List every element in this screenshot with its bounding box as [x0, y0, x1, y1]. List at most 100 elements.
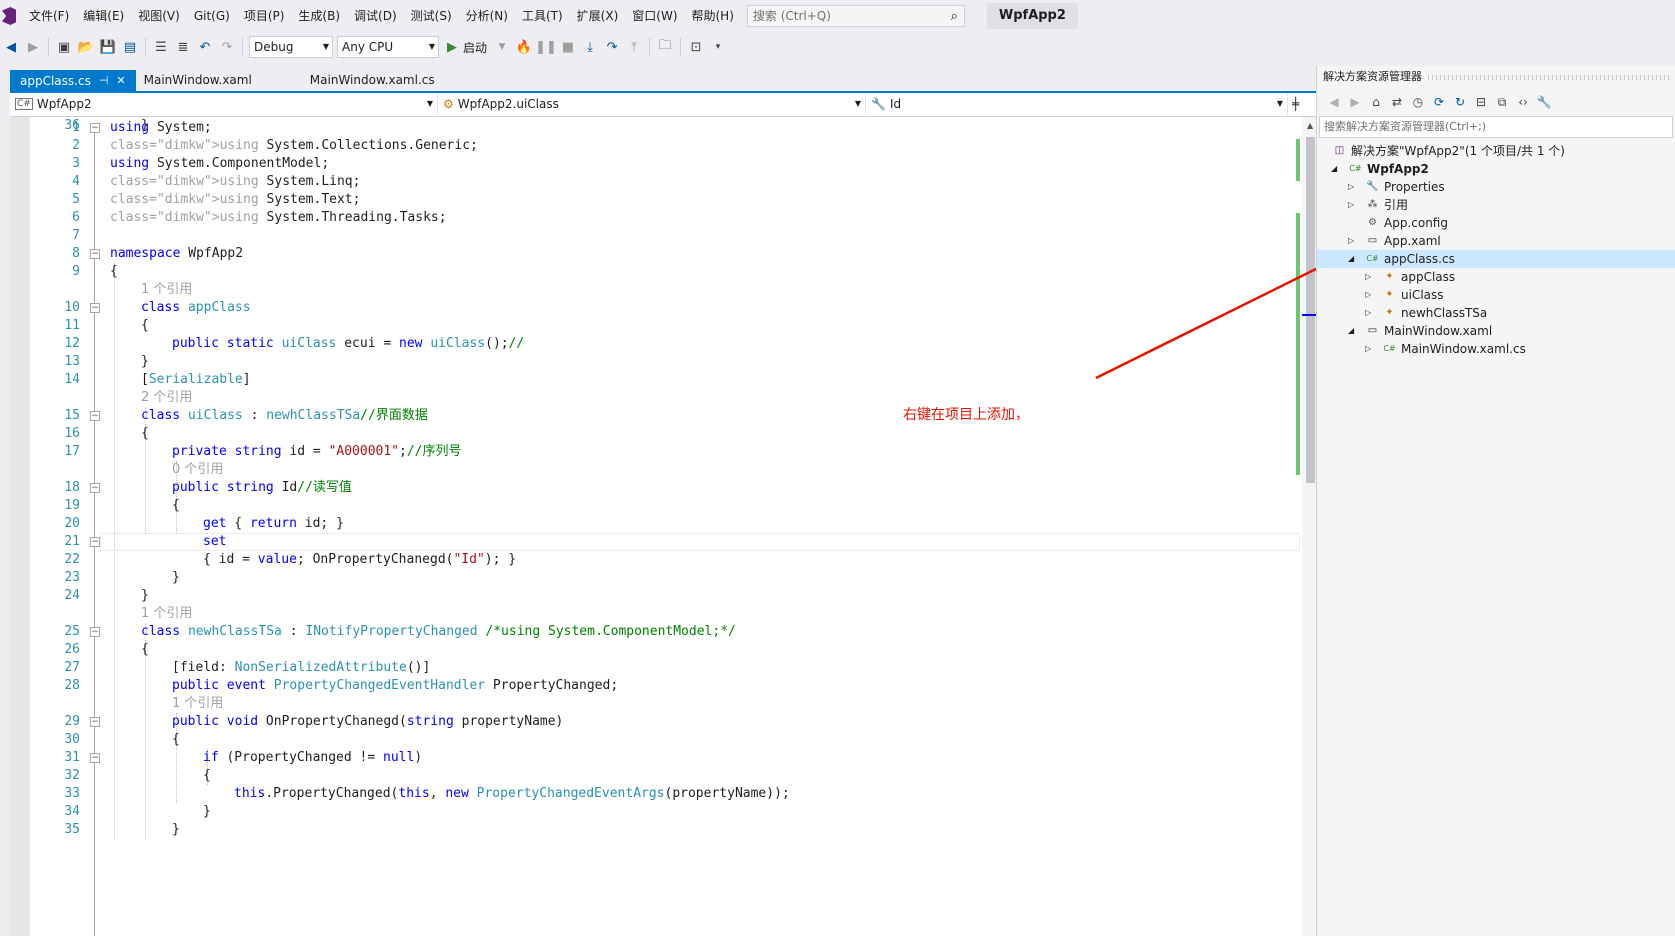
tree-item[interactable]: ▷ ✦ uiClass [1317, 286, 1675, 304]
code-editor[interactable]: ▲ 1− using System; 2 class="dimkw">using Sy… [10, 117, 1400, 936]
undo-icon[interactable]: ↶ [195, 37, 215, 57]
collapse-icon[interactable]: ◢ [1331, 160, 1337, 178]
code-line[interactable]: 4 class="dimkw">using System.Linq; [30, 173, 1290, 191]
code-line[interactable]: 36} [30, 117, 1290, 135]
pin-icon[interactable]: ⊣ [99, 71, 109, 91]
tree-item[interactable]: ◢ C# WpfApp2 [1317, 160, 1675, 178]
code-line[interactable]: 27 [field: NonSerializedAttribute()] [30, 659, 1290, 677]
start-debugging-icon[interactable]: ▶ [442, 37, 462, 57]
menu-analyze[interactable]: 分析(N) [459, 5, 515, 27]
refresh-icon[interactable]: ↻ [1451, 93, 1469, 111]
tree-item[interactable]: ▷ ⁂ 引用 [1317, 196, 1675, 214]
solution-configuration-select[interactable]: Debug ▼ [249, 36, 333, 58]
collapse-icon[interactable]: − [90, 717, 100, 727]
code-line[interactable]: 28 public event PropertyChangedEventHandl… [30, 677, 1290, 695]
menu-tools[interactable]: 工具(T) [515, 5, 570, 27]
collapse-icon[interactable]: − [90, 249, 100, 259]
step-into-icon[interactable]: ⤓ [580, 37, 600, 57]
collapse-icon[interactable]: − [90, 537, 100, 547]
code-line[interactable]: 30 { [30, 731, 1290, 749]
code-line[interactable]: 3 using System.ComponentModel; [30, 155, 1290, 173]
type-dropdown[interactable]: ⚙ WpfApp2.uiClass ▼ [438, 93, 866, 115]
menu-window[interactable]: 窗口(W) [625, 5, 684, 27]
code-line[interactable]: 5 class="dimkw">using System.Text; [30, 191, 1290, 209]
scroll-up-icon[interactable]: ▲ [1307, 121, 1313, 130]
navigate-back-icon[interactable]: ◀ [1, 37, 21, 57]
menu-git[interactable]: Git(G) [187, 5, 237, 27]
save-all-icon[interactable]: ▤ [120, 37, 140, 57]
expand-icon[interactable]: ▷ [1348, 196, 1354, 214]
codelens-references[interactable]: 1 个引用 [141, 605, 192, 623]
collapse-icon[interactable]: ◢ [1348, 322, 1354, 340]
menu-help[interactable]: 帮助(H) [685, 5, 741, 27]
close-icon[interactable]: ✕ [116, 71, 125, 91]
view-code-icon[interactable]: ‹› [1514, 93, 1532, 111]
code-line[interactable]: 26 { [30, 641, 1290, 659]
step-over-icon[interactable]: ↷ [602, 37, 622, 57]
menu-view[interactable]: 视图(V) [131, 5, 187, 27]
visual-studio-logo-icon[interactable] [2, 7, 16, 25]
tab-mainwindow-xaml-cs[interactable]: MainWindow.xaml.cs [300, 70, 445, 92]
code-line[interactable]: 15− class uiClass : newhClassTSa//界面数据 [30, 407, 1290, 425]
tree-item[interactable]: ⚙ App.config [1317, 214, 1675, 232]
code-line[interactable]: 20 get { return id; } [30, 515, 1290, 533]
collapse-icon[interactable]: − [90, 753, 100, 763]
solution-platform-select[interactable]: Any CPU ▼ [337, 36, 439, 58]
menu-project[interactable]: 项目(P) [237, 5, 292, 27]
tree-item[interactable]: ▷ ✦ newhClassTSa [1317, 304, 1675, 322]
menu-edit[interactable]: 编辑(E) [76, 5, 131, 27]
code-line[interactable]: 31− if (PropertyChanged != null) [30, 749, 1290, 767]
split-window-button[interactable]: ╪ [1288, 93, 1308, 115]
tree-item[interactable]: ◢ ▭ MainWindow.xaml [1317, 322, 1675, 340]
code-line[interactable]: 22 { id = value; OnPropertyChanegd("Id");… [30, 551, 1290, 569]
switch-views-icon[interactable]: ⇄ [1388, 93, 1406, 111]
expand-icon[interactable]: ▷ [1348, 232, 1354, 250]
collapse-icon[interactable]: − [90, 483, 100, 493]
forward-icon[interactable]: ▶ [1346, 93, 1364, 111]
screenshot-icon[interactable]: ⊡ [686, 37, 706, 57]
search-input[interactable]: 搜索 (Ctrl+Q) ⌕ [746, 5, 965, 27]
find-in-files-icon[interactable]: 🗀 [655, 37, 675, 57]
codelens-references[interactable]: 2 个引用 [141, 389, 192, 407]
project-dropdown[interactable]: C# WpfApp2 ▼ [10, 93, 438, 115]
tree-item[interactable]: ▷ ▭ App.xaml [1317, 232, 1675, 250]
panel-grip[interactable] [1428, 74, 1669, 80]
code-line[interactable]: 21− set [30, 533, 1290, 551]
tree-item[interactable]: ▷ C# MainWindow.xaml.cs [1317, 340, 1675, 358]
codelens-references[interactable]: 1 个引用 [141, 281, 192, 299]
collapse-icon[interactable]: − [90, 303, 100, 313]
code-line[interactable]: 34} [30, 803, 1290, 821]
code-line[interactable]: 2 class="dimkw">using System.Collections.… [30, 137, 1290, 155]
back-icon[interactable]: ◀ [1325, 93, 1343, 111]
codelens-references[interactable]: 0 个引用 [172, 461, 223, 479]
code-line[interactable]: 35} [30, 821, 1290, 839]
tree-item[interactable]: ◫ 解决方案"WpfApp2"(1 个项目/共 1 个) [1317, 142, 1675, 160]
tab-mainwindow-xaml[interactable]: MainWindow.xaml [136, 70, 300, 92]
properties-icon[interactable]: 🔧 [1535, 93, 1553, 111]
code-line[interactable]: 19 { [30, 497, 1290, 515]
search-icon[interactable]: ⌕ [951, 7, 958, 27]
new-project-icon[interactable]: ▣ [54, 37, 74, 57]
collapse-icon[interactable]: − [90, 411, 100, 421]
menu-debug[interactable]: 调试(D) [347, 5, 404, 27]
start-button-label[interactable]: 启动 [463, 39, 487, 56]
code-line[interactable]: 7 [30, 227, 1290, 245]
code-line[interactable]: 24} [30, 587, 1290, 605]
pause-icon[interactable]: ❚❚ [535, 37, 557, 57]
expand-icon[interactable]: ▷ [1365, 268, 1371, 286]
code-line[interactable]: 18− public string Id//读写值 [30, 479, 1290, 497]
uncomment-icon[interactable]: ≣ [173, 37, 193, 57]
chevron-down-icon[interactable]: ▼ [492, 37, 512, 57]
hot-reload-icon[interactable]: 🔥 [514, 37, 534, 57]
code-line[interactable]: 6 class="dimkw">using System.Threading.Ta… [30, 209, 1290, 227]
sync-icon[interactable]: ⟳ [1430, 93, 1448, 111]
code-line[interactable]: 16 { [30, 425, 1290, 443]
collapse-all-icon[interactable]: ⊟ [1472, 93, 1490, 111]
save-icon[interactable]: 💾 [98, 37, 118, 57]
home-icon[interactable]: ⌂ [1367, 93, 1385, 111]
collapse-icon[interactable]: ◢ [1348, 250, 1354, 268]
code-line[interactable]: 32 { [30, 767, 1290, 785]
menu-file[interactable]: 文件(F) [22, 5, 76, 27]
tab-appclass-cs[interactable]: appClass.cs ⊣ ✕ [10, 70, 136, 92]
tree-item[interactable]: ◢ C# appClass.cs [1317, 250, 1675, 268]
